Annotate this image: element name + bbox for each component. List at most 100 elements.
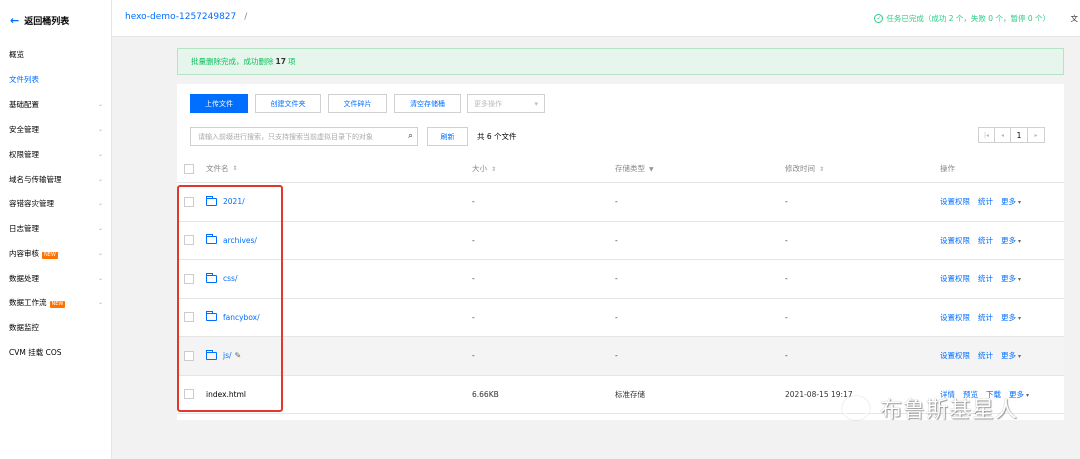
- sidebar-item-file-list[interactable]: 文件列表: [9, 72, 103, 86]
- highlight-annotation-box: [177, 185, 283, 412]
- check-circle-icon: ✓: [874, 14, 884, 23]
- file-fragments-button[interactable]: 文件碎片: [328, 94, 387, 113]
- filter-icon: ▼: [649, 166, 654, 173]
- file-size: -: [472, 235, 475, 245]
- more-dropdown[interactable]: 更多 ▾: [1001, 350, 1021, 361]
- back-label: 返回桶列表: [24, 16, 70, 27]
- wechat-logo-icon: [842, 396, 870, 420]
- breadcrumb: hexo-demo-1257249827 /: [125, 12, 247, 22]
- clear-bucket-button[interactable]: 清空存储桶: [394, 94, 461, 113]
- sidebar-item-overview[interactable]: 概览: [9, 47, 103, 61]
- caret-down-icon: ▾: [1018, 199, 1022, 207]
- topbar: hexo-demo-1257249827 / ✓ 任务已完成（成功 2 个，失败 …: [112, 0, 1080, 37]
- first-page-icon[interactable]: |◂: [979, 128, 995, 142]
- new-badge: NEW: [42, 251, 58, 259]
- table-row: fancybox/ - - - 设置权限 统计 更多 ▾: [177, 299, 1064, 337]
- sidebar-item-monitoring[interactable]: 数据监控: [9, 320, 103, 334]
- caret-down-icon: ▾: [1018, 276, 1022, 284]
- prev-page-icon[interactable]: ◂: [995, 128, 1011, 142]
- table-header: 文件名 ⇕ 大小 ⇕ 存储类型 ▼ 修改时间 ⇕ 操作: [177, 155, 1064, 183]
- chevron-down-icon: ⌄: [97, 125, 103, 133]
- sidebar-item-domain[interactable]: 域名与传输管理 ⌄: [9, 172, 103, 186]
- arrow-left-icon: ←: [10, 13, 20, 27]
- caret-down-icon: ▾: [534, 99, 538, 108]
- more-dropdown[interactable]: 更多 ▾: [1001, 196, 1021, 207]
- create-folder-button[interactable]: 创建文件夹: [255, 94, 321, 113]
- search-input[interactable]: 请输入前缀进行搜索，只支持搜索当前虚拟目录下的对象 ⌕: [190, 127, 418, 146]
- file-size: -: [472, 312, 475, 322]
- set-permission-link[interactable]: 设置权限: [940, 235, 970, 246]
- sidebar-item-content-review[interactable]: 内容审核 NEW ⌄: [9, 246, 103, 260]
- header-name[interactable]: 文件名 ⇕: [206, 163, 238, 174]
- header-modified-time[interactable]: 修改时间 ⇕: [785, 163, 824, 174]
- modified-time: -: [785, 351, 788, 361]
- refresh-button[interactable]: 刷新: [427, 127, 468, 146]
- set-permission-link[interactable]: 设置权限: [940, 312, 970, 323]
- current-page[interactable]: 1: [1011, 128, 1028, 142]
- storage-type: -: [615, 235, 618, 245]
- sidebar-item-workflow[interactable]: 数据工作流 NEW ⌄: [9, 295, 103, 309]
- modified-time: -: [785, 274, 788, 284]
- pagination: |◂ ◂ 1 ▸: [978, 127, 1045, 143]
- search-icon[interactable]: ⌕: [408, 131, 413, 141]
- storage-type: -: [615, 274, 618, 284]
- sidebar-item-security[interactable]: 安全管理 ⌄: [9, 122, 103, 136]
- sidebar-item-cvm-mount[interactable]: CVM 挂载 COS: [9, 345, 103, 359]
- file-list-panel: 上传文件 创建文件夹 文件碎片 清空存储桶 更多操作 ▾ 请输入前缀进行搜索，只支…: [177, 84, 1064, 420]
- sidebar-item-logs[interactable]: 日志管理 ⌄: [9, 221, 103, 235]
- back-to-bucket-list[interactable]: ← 返回桶列表: [10, 12, 69, 28]
- bucket-name[interactable]: hexo-demo-1257249827: [125, 12, 236, 22]
- set-permission-link[interactable]: 设置权限: [940, 350, 970, 361]
- storage-type: -: [615, 351, 618, 361]
- table-row: js/✎ - - - 设置权限 统计 更多 ▾: [177, 337, 1064, 376]
- chevron-down-icon: ⌄: [97, 100, 103, 108]
- sidebar-item-disaster[interactable]: 容错容灾管理 ⌄: [9, 196, 103, 210]
- topbar-right-text[interactable]: 文: [1071, 13, 1079, 24]
- storage-type: -: [615, 312, 618, 322]
- select-all-checkbox[interactable]: [184, 163, 194, 174]
- header-operations: 操作: [940, 164, 955, 173]
- caret-down-icon: ▾: [1026, 391, 1030, 399]
- file-size: -: [472, 351, 475, 361]
- chevron-down-icon: ⌄: [97, 298, 103, 306]
- set-permission-link[interactable]: 设置权限: [940, 196, 970, 207]
- sort-icon: ⇕: [491, 166, 497, 173]
- more-dropdown[interactable]: 更多 ▾: [1001, 235, 1021, 246]
- sidebar-item-basic-config[interactable]: 基础配置 ⌄: [9, 97, 103, 111]
- success-banner: 批量删除完成，成功删除 17 项: [177, 48, 1064, 75]
- more-dropdown[interactable]: 更多 ▾: [1001, 312, 1021, 323]
- more-dropdown[interactable]: 更多 ▾: [1001, 273, 1021, 284]
- file-size: 6.66KB: [472, 389, 499, 399]
- caret-down-icon: ▾: [1018, 314, 1022, 322]
- modified-time: -: [785, 197, 788, 207]
- chevron-down-icon: ⌄: [97, 274, 103, 282]
- task-status[interactable]: ✓ 任务已完成（成功 2 个，失败 0 个，暂停 0 个）: [874, 13, 1050, 24]
- caret-down-icon: ▾: [1018, 353, 1022, 361]
- header-size[interactable]: 大小 ⇕: [472, 163, 496, 174]
- more-operations-select[interactable]: 更多操作 ▾: [467, 94, 545, 113]
- upload-file-button[interactable]: 上传文件: [190, 94, 248, 113]
- next-page-icon[interactable]: ▸: [1028, 128, 1044, 142]
- stats-link[interactable]: 统计: [978, 273, 993, 284]
- table-row: css/ - - - 设置权限 统计 更多 ▾: [177, 260, 1064, 299]
- set-permission-link[interactable]: 设置权限: [940, 273, 970, 284]
- breadcrumb-separator: /: [244, 12, 248, 22]
- stats-link[interactable]: 统计: [978, 312, 993, 323]
- sidebar-item-permissions[interactable]: 权限管理 ⌄: [9, 147, 103, 161]
- chevron-down-icon: ⌄: [97, 150, 103, 158]
- deleted-count: 17: [275, 57, 286, 66]
- sidebar: ← 返回桶列表 概览 文件列表 基础配置 ⌄ 安全管理 ⌄ 权限管理 ⌄ 域名与传输管…: [0, 0, 112, 459]
- header-storage-type[interactable]: 存储类型 ▼: [615, 163, 654, 174]
- new-badge: NEW: [49, 300, 66, 308]
- stats-link[interactable]: 统计: [978, 235, 993, 246]
- sidebar-item-data-processing[interactable]: 数据处理 ⌄: [9, 271, 103, 285]
- storage-type: -: [615, 197, 618, 207]
- file-size: -: [472, 274, 475, 284]
- caret-down-icon: ▾: [1018, 237, 1022, 245]
- stats-link[interactable]: 统计: [978, 350, 993, 361]
- sort-icon: ⇕: [819, 166, 825, 173]
- file-size: -: [472, 197, 475, 207]
- modified-time: -: [785, 312, 788, 322]
- chevron-down-icon: ⌄: [97, 175, 103, 183]
- stats-link[interactable]: 统计: [978, 196, 993, 207]
